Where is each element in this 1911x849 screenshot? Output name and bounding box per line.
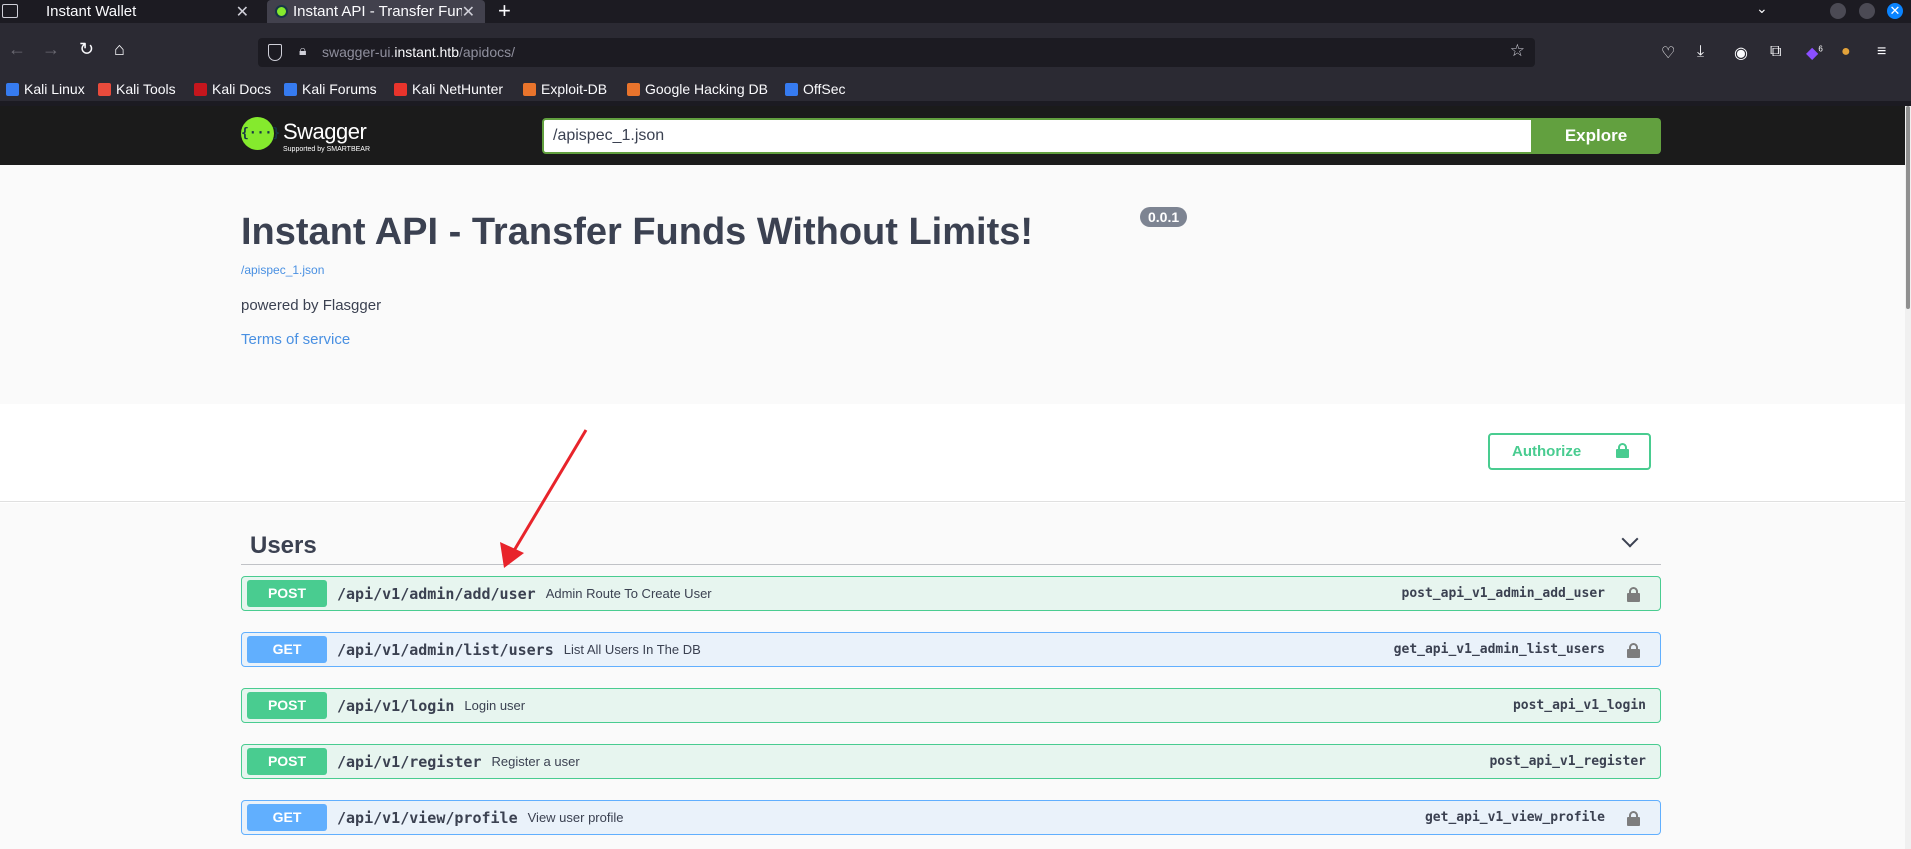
minimize-icon[interactable] (1830, 3, 1846, 19)
exploit-db-icon (523, 82, 536, 96)
close-window-icon[interactable]: ✕ (1887, 3, 1903, 19)
bookmark-label: Google Hacking DB (645, 81, 768, 97)
kali-docs-icon (194, 82, 207, 96)
kali-forums-icon (284, 82, 297, 96)
bookmark-label: Exploit-DB (541, 81, 608, 97)
bookmark-google-hacking-db[interactable]: Google Hacking DB (627, 81, 768, 97)
bookmark-label: Kali Linux (24, 81, 85, 97)
maximize-icon[interactable] (1859, 3, 1875, 19)
swagger-favicon-icon (275, 5, 288, 18)
bookmark-label: Kali Tools (116, 81, 176, 97)
kali-tools-icon (98, 82, 111, 96)
kali-linux-icon (6, 82, 19, 96)
offsec-icon (785, 82, 798, 96)
page-content: {···} Swagger Supported by SMARTBEAR /ap… (0, 106, 1911, 849)
downloads-icon[interactable]: ⤓ (1697, 43, 1704, 61)
bookmark-label: OffSec (803, 81, 846, 97)
bookmark-star-icon[interactable]: ☆ (1510, 41, 1525, 61)
page-scrollbar[interactable] (1905, 106, 1911, 849)
kali-nethunter-icon (394, 82, 407, 96)
bookmark-exploit-db[interactable]: Exploit-DB (523, 81, 607, 97)
pocket-icon[interactable]: ♡ (1661, 43, 1675, 63)
tab-title: Instant Wallet (46, 3, 137, 20)
scrollbar-thumb[interactable] (1906, 106, 1910, 309)
page-security-icon[interactable]: 🔒︎ (299, 42, 306, 59)
account-icon[interactable]: ◉ (1734, 43, 1748, 63)
bookmark-label: Kali Forums (302, 81, 377, 97)
extension-badge-icon[interactable]: ◆6 (1806, 43, 1823, 63)
bookmark-kali-docs[interactable]: Kali Docs (194, 81, 271, 97)
annotation-arrow (500, 429, 588, 568)
address-bar[interactable]: 🔒︎ swagger-ui.instant.htb/apidocs/ ☆ (258, 38, 1535, 67)
url-text[interactable]: swagger-ui.instant.htb/apidocs/ (322, 44, 515, 60)
home-icon[interactable]: ⌂ (114, 39, 125, 60)
google-hacking-db-icon (627, 82, 640, 96)
bookmarks-toolbar: Kali Linux Kali Tools Kali Docs Kali For… (0, 77, 1911, 101)
menu-icon[interactable]: ≡ (1877, 43, 1886, 61)
bookmark-kali-forums[interactable]: Kali Forums (284, 81, 377, 97)
cookie-extension-icon[interactable]: ● (1841, 43, 1851, 61)
tab-list-icon[interactable] (2, 4, 18, 18)
back-icon[interactable]: ← (8, 39, 26, 60)
reload-icon[interactable]: ↻ (79, 39, 94, 60)
tab-instant-wallet[interactable]: Instant Wallet ✕ (36, 0, 259, 23)
bookmark-kali-nethunter[interactable]: Kali NetHunter (394, 81, 503, 97)
tab-instant-api[interactable]: Instant API - Transfer Funds Without Lim… (267, 0, 485, 23)
extensions-icon[interactable]: ⧉ (1770, 43, 1781, 61)
forward-icon[interactable]: → (42, 39, 60, 60)
tracking-protection-icon[interactable] (268, 44, 282, 61)
close-tab-icon[interactable]: ✕ (236, 2, 249, 22)
bookmark-kali-linux[interactable]: Kali Linux (6, 81, 85, 97)
bookmark-label: Kali NetHunter (412, 81, 504, 97)
new-tab-icon[interactable]: + (498, 0, 511, 22)
bookmark-label: Kali Docs (212, 81, 272, 97)
bookmark-kali-tools[interactable]: Kali Tools (98, 81, 176, 97)
list-all-tabs-icon[interactable]: ⌄ (1756, 0, 1768, 17)
tab-title: Instant API - Transfer Funds Without Lim… (293, 3, 462, 20)
tab-bar: Instant Wallet ✕ Instant API - Transfer … (0, 0, 1911, 23)
bookmark-offsec[interactable]: OffSec (785, 81, 846, 97)
close-tab-icon[interactable]: ✕ (462, 2, 475, 22)
